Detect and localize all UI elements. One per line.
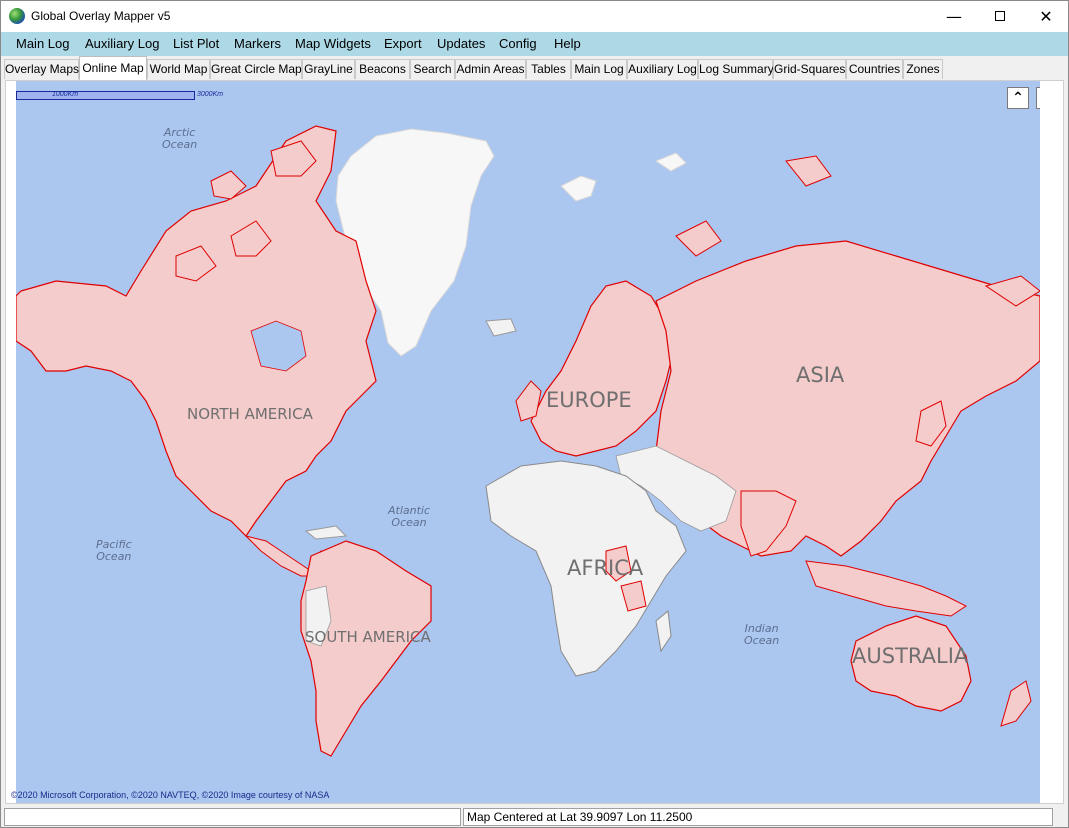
atlantic-ocean-label: Atlantic Ocean xyxy=(388,505,430,529)
menu-markers[interactable]: Markers xyxy=(234,32,281,56)
scale-label-3000km: 3000Km xyxy=(197,91,224,98)
pacific-label-line2: Ocean xyxy=(96,550,132,563)
atlantic-label-line2: Ocean xyxy=(391,516,427,529)
map-center-status: Map Centered at Lat 39.9097 Lon 11.2500 xyxy=(463,808,1053,826)
world-map-graphic xyxy=(16,125,1040,757)
north-america xyxy=(16,125,377,537)
minimize-button[interactable]: — xyxy=(931,1,977,32)
tab-auxiliary-log[interactable]: Auxiliary Log xyxy=(627,59,698,79)
menu-export[interactable]: Export xyxy=(384,32,422,56)
tab-grid-squares[interactable]: Grid-Squares xyxy=(773,59,846,79)
maximize-button[interactable] xyxy=(977,1,1023,32)
maximize-icon xyxy=(995,11,1005,21)
tab-main-log[interactable]: Main Log xyxy=(571,59,627,79)
status-panel-left xyxy=(4,808,461,826)
north-america-label: NORTH AMERICA xyxy=(187,405,313,423)
tab-log-summary[interactable]: Log Summary xyxy=(698,59,774,79)
tab-great-circle-map[interactable]: Great Circle Map xyxy=(210,59,302,79)
tab-grayline[interactable]: GrayLine xyxy=(302,59,355,79)
tab-search[interactable]: Search xyxy=(410,59,455,79)
tab-bar: Overlay Maps Online Map World Map Great … xyxy=(1,56,1068,80)
tab-world-map[interactable]: World Map xyxy=(147,59,210,79)
pacific-ocean-label: Pacific Ocean xyxy=(96,539,132,563)
scale-label-1000km: 1000Km xyxy=(52,91,79,98)
menu-map-widgets[interactable]: Map Widgets xyxy=(295,32,371,56)
menu-auxiliary-log[interactable]: Auxiliary Log xyxy=(85,32,159,56)
tab-tables[interactable]: Tables xyxy=(526,59,571,79)
indian-ocean-label: Indian Ocean xyxy=(744,623,779,647)
arctic-ocean-label: Arctic Ocean xyxy=(162,127,197,151)
europe-label: EUROPE xyxy=(546,388,632,412)
menu-config[interactable]: Config xyxy=(499,32,537,56)
menu-bar: Main Log Auxiliary Log List Plot Markers… xyxy=(1,32,1068,56)
title-bar: Global Overlay Mapper v5 — ✕ xyxy=(1,1,1068,32)
south-america-label: SOUTH AMERICA xyxy=(305,628,431,646)
online-map[interactable]: 1000Km 3000Km ⌃ ⌄ Arctic Ocean Atlantic … xyxy=(16,81,1040,803)
close-button[interactable]: ✕ xyxy=(1023,1,1069,32)
asia-label: ASIA xyxy=(796,363,845,387)
menu-list-plot[interactable]: List Plot xyxy=(173,32,219,56)
zoom-in-button[interactable]: ⌃ xyxy=(1007,87,1029,109)
indian-label-line2: Ocean xyxy=(744,634,780,647)
south-america xyxy=(300,540,432,757)
tab-countries[interactable]: Countries xyxy=(846,59,903,79)
tab-beacons[interactable]: Beacons xyxy=(355,59,410,79)
map-attribution: ©2020 Microsoft Corporation, ©2020 NAVTE… xyxy=(11,790,330,800)
window-title: Global Overlay Mapper v5 xyxy=(31,9,171,23)
africa-label: AFRICA xyxy=(567,556,644,580)
menu-main-log[interactable]: Main Log xyxy=(16,32,69,56)
europe xyxy=(530,280,677,457)
chevron-up-icon: ⌃ xyxy=(1012,90,1024,106)
scale-bar xyxy=(16,91,195,100)
tab-zones[interactable]: Zones xyxy=(903,59,943,79)
zoom-out-button[interactable]: ⌄ xyxy=(1036,87,1040,109)
tab-overlay-maps[interactable]: Overlay Maps xyxy=(4,59,79,79)
australia-label: AUSTRALIA xyxy=(852,644,969,668)
globe-app-icon xyxy=(9,8,25,24)
tab-admin-areas[interactable]: Admin Areas xyxy=(455,59,526,79)
tab-online-map[interactable]: Online Map xyxy=(79,56,147,80)
menu-help[interactable]: Help xyxy=(554,32,581,56)
map-panel: 1000Km 3000Km ⌃ ⌄ Arctic Ocean Atlantic … xyxy=(5,80,1064,804)
status-bar: Map Centered at Lat 39.9097 Lon 11.2500 xyxy=(1,806,1068,827)
arctic-label-line2: Ocean xyxy=(162,138,198,151)
menu-updates[interactable]: Updates xyxy=(437,32,485,56)
app-window: Global Overlay Mapper v5 — ✕ Main Log Au… xyxy=(0,0,1069,828)
